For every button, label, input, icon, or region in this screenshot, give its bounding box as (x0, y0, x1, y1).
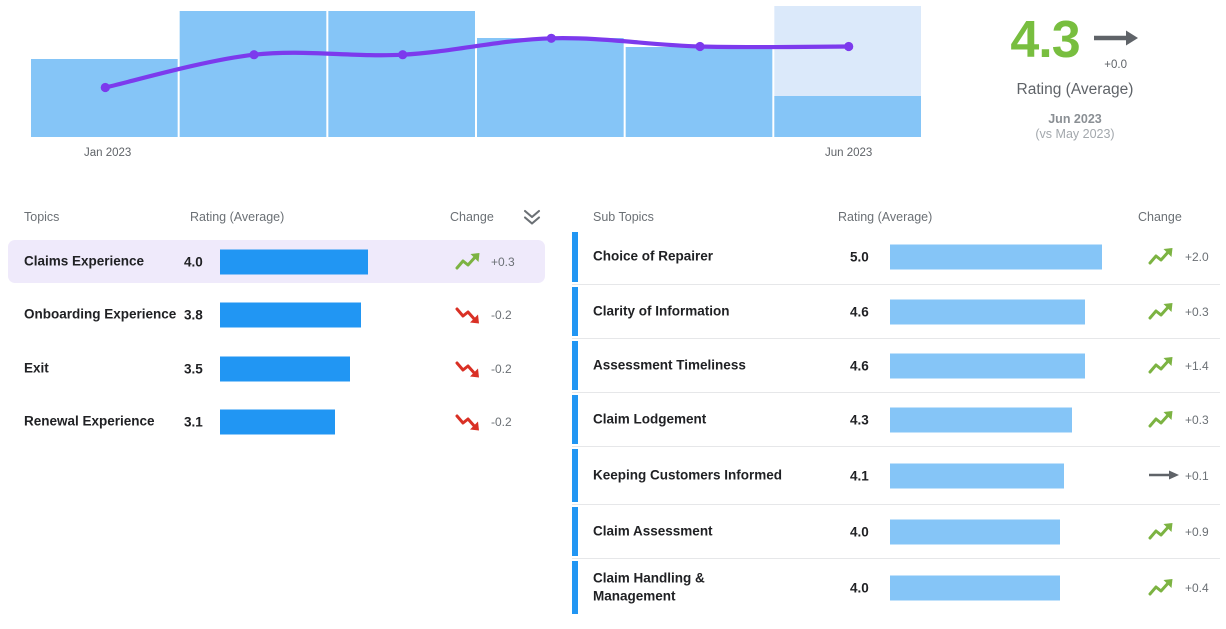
kpi-value-row: 4.3 +0.0 (975, 14, 1175, 71)
trend-up-icon (1148, 521, 1180, 543)
subtopic-change-value: +0.3 (1185, 412, 1209, 427)
topics-column-header-change: Change (450, 210, 494, 224)
topic-name: Onboarding Experience (24, 306, 177, 322)
subtopic-rating-value: 4.3 (850, 412, 869, 427)
kpi-summary: 4.3 +0.0 Rating (Average) Jun 2023 (vs M… (975, 14, 1175, 141)
subtopics-column-header-name: Sub Topics (593, 210, 654, 224)
subtopic-name: Assessment Timeliness (593, 357, 746, 373)
subtopic-rating-value: 4.6 (850, 358, 869, 373)
topic-name: Renewal Experience (24, 413, 155, 429)
topic-rating-bar (220, 409, 335, 435)
dashboard-root: Jan 2023 Jun 2023 4.3 +0.0 Rating (Avera… (0, 0, 1226, 629)
row-accent-bar (572, 561, 578, 614)
subtopic-change-value: +0.1 (1185, 468, 1209, 483)
topics-column-header-rating: Rating (Average) (190, 210, 285, 224)
subtopic-rating-bar (890, 575, 1060, 600)
arrow-right-flat-icon (1092, 28, 1140, 53)
subtopic-row[interactable]: Claim Lodgement 4.3 +0.3 (572, 392, 1220, 446)
subtopic-name: Claim Handling & Management (593, 569, 705, 604)
topic-name: Claims Experience (24, 253, 145, 269)
row-accent-bar (572, 395, 578, 444)
subtopic-name: Clarity of Information (593, 303, 730, 319)
topic-row[interactable]: Claims Experience 4.0 +0.3 (8, 240, 545, 283)
topic-change-value: -0.2 (491, 415, 512, 429)
topic-rating-bar (220, 356, 350, 381)
subtopic-rating-bar (890, 244, 1102, 270)
subtopic-name: Claim Assessment (593, 523, 713, 539)
topic-name: Exit (24, 360, 49, 376)
trend-up-icon (1148, 577, 1180, 599)
topic-row[interactable]: Exit 3.5 -0.2 (8, 347, 545, 390)
trend-down-icon (455, 411, 485, 433)
subtopic-rating-bar (890, 407, 1072, 432)
kpi-period: Jun 2023 (1048, 112, 1102, 126)
row-accent-bar (572, 287, 578, 336)
topic-row[interactable]: Renewal Experience 3.1 -0.2 (8, 401, 545, 444)
subtopic-rating-value: 4.6 (850, 304, 869, 319)
subtopic-row[interactable]: Claim Assessment 4.0 +0.9 (572, 504, 1220, 558)
subtopic-row[interactable]: Choice of Repairer 5.0 +2.0 (572, 230, 1220, 284)
trend-flat-icon (1148, 465, 1180, 487)
combo-bar-line-chart[interactable] (31, 0, 923, 137)
trend-up-icon (1148, 355, 1180, 377)
subtopic-row[interactable]: Claim Handling & Management 4.0 +0.4 (572, 558, 1220, 616)
topic-change-value: -0.2 (491, 308, 512, 322)
subtopic-rating-bar (890, 519, 1060, 544)
subtopic-rating-value: 4.0 (850, 524, 869, 539)
subtopic-row[interactable]: Clarity of Information 4.6 +0.3 (572, 284, 1220, 338)
kpi-metric-label: Rating (Average) (1016, 81, 1134, 98)
kpi-comparison: (vs May 2023) (1035, 127, 1115, 141)
trend-up-icon (1148, 409, 1180, 431)
topics-table: Topics Rating (Average) Change Claims Ex… (0, 182, 560, 629)
x-axis-tick-start: Jan 2023 (84, 147, 132, 159)
subtopic-name: Choice of Repairer (593, 248, 714, 264)
trend-chart-panel: Jan 2023 Jun 2023 4.3 +0.0 Rating (Avera… (0, 0, 1226, 182)
subtopic-change-value: +1.4 (1185, 358, 1209, 373)
subtopic-rating-value: 5.0 (850, 249, 869, 265)
double-chevron-down-icon[interactable] (521, 206, 543, 228)
topic-rating-value: 3.5 (184, 361, 203, 376)
row-accent-bar (572, 449, 578, 502)
topic-rating-value: 3.8 (184, 307, 203, 323)
topics-column-header-name: Topics (24, 210, 60, 224)
x-axis-tick-end: Jun 2023 (825, 147, 873, 159)
subtopic-rating-bar (890, 353, 1085, 378)
subtopic-change-value: +2.0 (1185, 250, 1209, 264)
subtopic-row[interactable]: Keeping Customers Informed 4.1 +0.1 (572, 446, 1220, 504)
trend-up-icon (1148, 246, 1180, 268)
kpi-value: 4.3 (1010, 11, 1080, 69)
subtopic-row[interactable]: Assessment Timeliness 4.6 +1.4 (572, 338, 1220, 392)
subtopic-rating-bar (890, 463, 1064, 488)
subtopic-rating-bar (890, 299, 1085, 324)
subtopics-column-header-change: Change (1138, 210, 1182, 224)
subtopic-name: Claim Lodgement (593, 411, 707, 427)
row-accent-bar (572, 507, 578, 556)
trend-down-icon (455, 358, 485, 380)
subtopic-change-value: +0.3 (1185, 304, 1209, 319)
topic-row[interactable]: Onboarding Experience 3.8 -0.2 (8, 294, 545, 337)
subtopic-rating-value: 4.0 (850, 580, 869, 595)
topic-rating-value: 3.1 (184, 414, 203, 430)
row-accent-bar (572, 232, 578, 282)
topic-change-value: -0.2 (491, 361, 512, 376)
topic-change-value: +0.3 (491, 254, 515, 269)
kpi-trend-group: +0.0 (1092, 14, 1140, 71)
row-accent-bar (572, 341, 578, 390)
topic-rating-value: 4.0 (184, 254, 203, 269)
trend-up-icon (455, 251, 485, 273)
subtopic-change-value: +0.4 (1185, 580, 1209, 595)
topic-rating-bar (220, 302, 361, 328)
trend-down-icon (455, 304, 485, 326)
subtopic-change-value: +0.9 (1185, 524, 1209, 539)
subtopics-table: Sub Topics Rating (Average) Change Choic… (560, 182, 1226, 629)
subtopic-name: Keeping Customers Informed (593, 467, 783, 483)
subtopics-column-header-rating: Rating (Average) (838, 210, 933, 224)
kpi-delta: +0.0 (1104, 59, 1127, 71)
subtopic-rating-value: 4.1 (850, 468, 869, 483)
trend-up-icon (1148, 301, 1180, 323)
topic-rating-bar (220, 249, 368, 274)
